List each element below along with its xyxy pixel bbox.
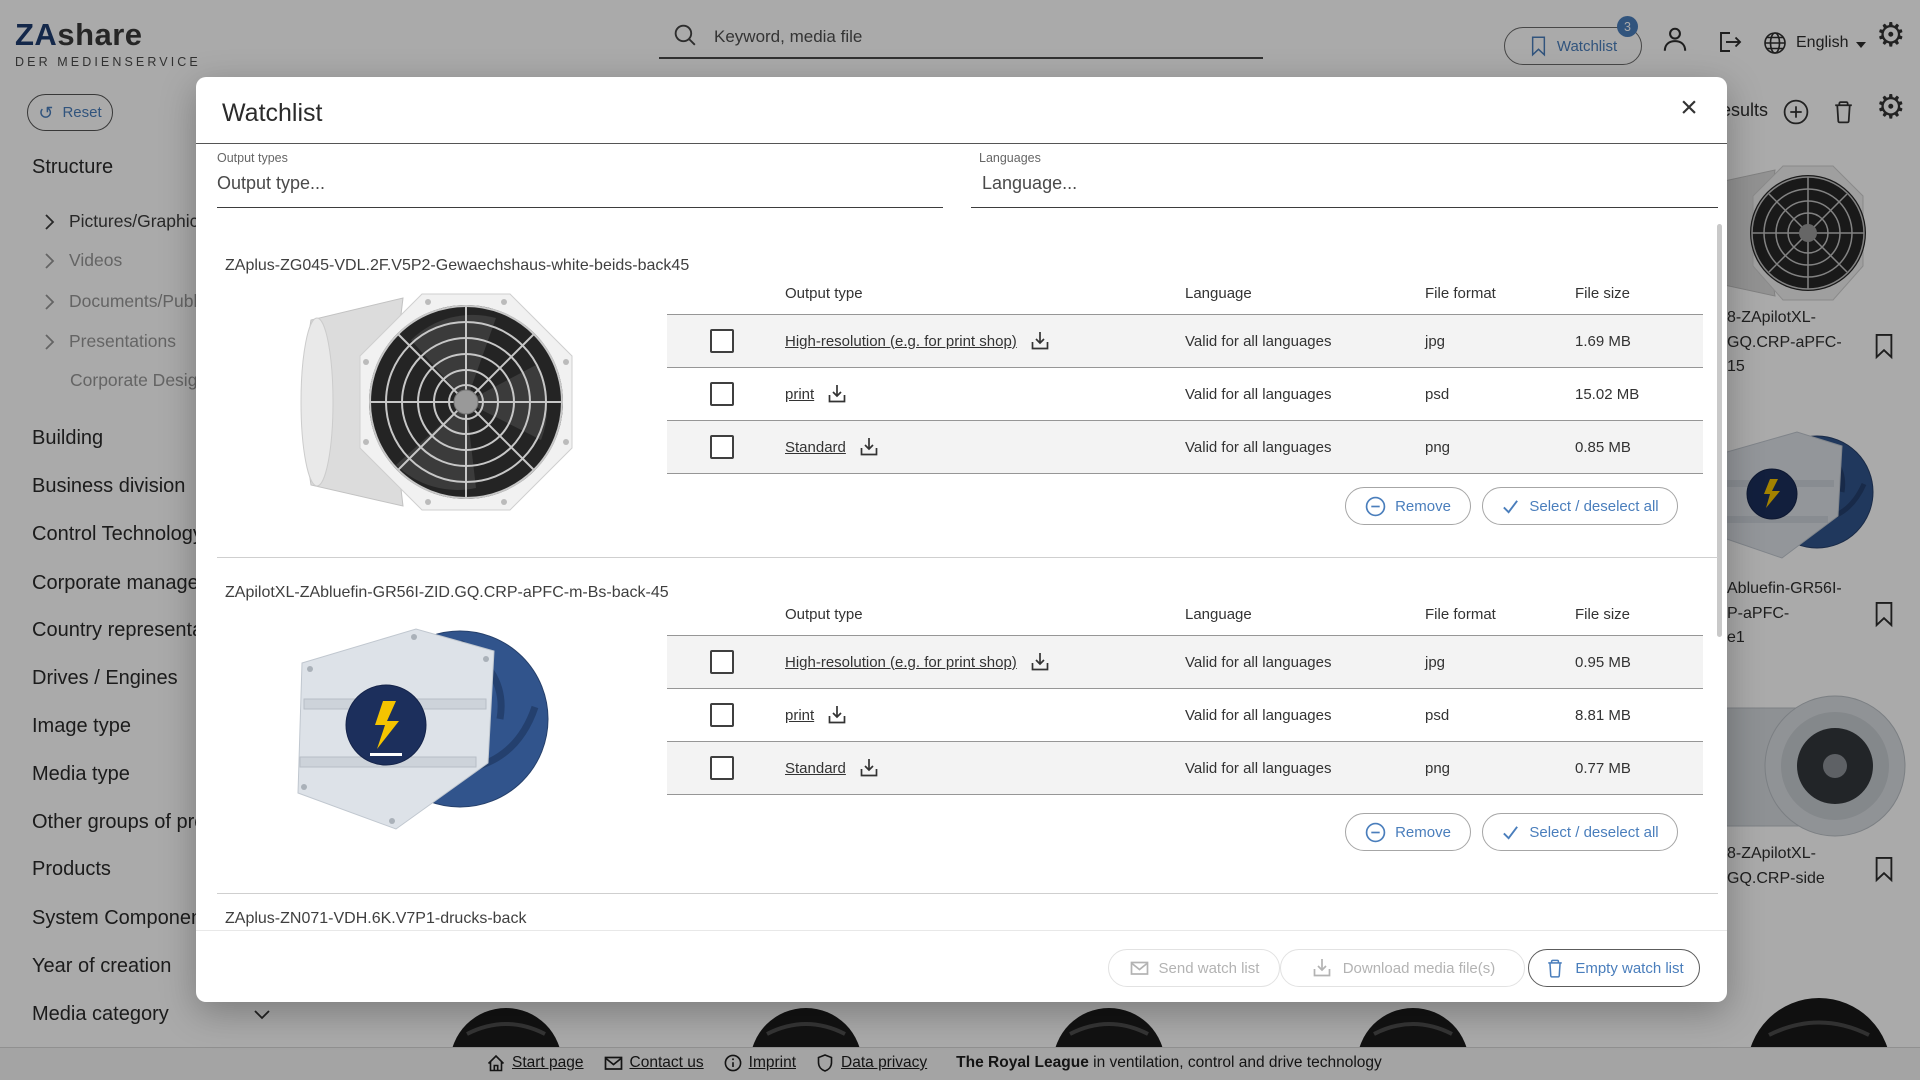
col-file-format: File format	[1417, 606, 1567, 623]
output-types-filter-select[interactable]: Output type...	[217, 173, 325, 194]
row-language: Valid for all languages	[1177, 760, 1417, 777]
close-icon[interactable]: ×	[1674, 93, 1704, 123]
download-media-files-button[interactable]: Download media file(s)	[1280, 949, 1525, 987]
watchlist-item-table: Output type Language File format File si…	[667, 593, 1703, 795]
output-types-filter-label: Output types	[217, 151, 288, 165]
row-checkbox[interactable]	[710, 703, 734, 727]
watchlist-modal: Watchlist × Output types Output type... …	[196, 77, 1727, 1002]
watchlist-item-image	[288, 607, 558, 842]
table-row: Standard Valid for all languages png 0.7…	[667, 741, 1703, 795]
output-type-link[interactable]: print	[785, 386, 814, 403]
modal-title: Watchlist	[222, 99, 322, 128]
item-divider	[217, 893, 1718, 894]
row-checkbox[interactable]	[710, 435, 734, 459]
trash-icon	[1544, 957, 1566, 979]
row-format: psd	[1417, 707, 1567, 724]
languages-filter-label: Languages	[979, 151, 1041, 165]
watchlist-item-name: ZAplus-ZG045-VDL.2F.V5P2-Gewaechshaus-wh…	[225, 257, 689, 275]
screen: ZAshare DER MEDIENSERVICE Keyword, media…	[0, 0, 1920, 1080]
row-format: psd	[1417, 386, 1567, 403]
languages-filter-select[interactable]: Language...	[982, 173, 1077, 194]
check-icon	[1501, 823, 1520, 842]
download-icon	[1310, 956, 1334, 980]
download-icon[interactable]	[857, 756, 881, 780]
col-output-type: Output type	[777, 285, 1177, 302]
row-size: 0.77 MB	[1567, 760, 1703, 777]
row-language: Valid for all languages	[1177, 333, 1417, 350]
row-size: 0.95 MB	[1567, 654, 1703, 671]
watchlist-item-name: ZApilotXL-ZAbluefin-GR56I-ZID.GQ.CRP-aPF…	[225, 584, 669, 602]
modal-header-divider	[196, 143, 1727, 144]
row-language: Valid for all languages	[1177, 439, 1417, 456]
remove-button[interactable]: Remove	[1345, 487, 1471, 525]
row-checkbox[interactable]	[710, 329, 734, 353]
col-language: Language	[1177, 285, 1417, 302]
row-language: Valid for all languages	[1177, 707, 1417, 724]
select-deselect-all-button[interactable]: Select / deselect all	[1482, 813, 1678, 851]
output-type-link[interactable]: High-resolution (e.g. for print shop)	[785, 654, 1017, 671]
modal-footer-divider	[196, 930, 1727, 931]
col-output-type: Output type	[777, 606, 1177, 623]
remove-button[interactable]: Remove	[1345, 813, 1471, 851]
send-watch-list-button[interactable]: Send watch list	[1108, 949, 1280, 987]
select-deselect-all-button[interactable]: Select / deselect all	[1482, 487, 1678, 525]
row-format: jpg	[1417, 333, 1567, 350]
download-icon[interactable]	[857, 435, 881, 459]
empty-watch-list-button[interactable]: Empty watch list	[1528, 949, 1700, 987]
output-type-link[interactable]: Standard	[785, 439, 846, 456]
watchlist-item-name: ZAplus-ZN071-VDH.6K.V7P1-drucks-back	[225, 910, 526, 928]
languages-filter-underline	[971, 207, 1718, 208]
row-size: 8.81 MB	[1567, 707, 1703, 724]
row-size: 1.69 MB	[1567, 333, 1703, 350]
output-type-link[interactable]: Standard	[785, 760, 846, 777]
envelope-icon	[1129, 958, 1150, 978]
table-row: print Valid for all languages psd 15.02 …	[667, 367, 1703, 420]
watchlist-item-table: Output type Language File format File si…	[667, 272, 1703, 474]
output-type-link[interactable]: High-resolution (e.g. for print shop)	[785, 333, 1017, 350]
watchlist-item-image	[291, 280, 581, 525]
table-row: print Valid for all languages psd 8.81 M…	[667, 688, 1703, 741]
row-checkbox[interactable]	[710, 756, 734, 780]
download-icon[interactable]	[1028, 329, 1052, 353]
minus-circle-icon	[1365, 822, 1386, 843]
table-row: High-resolution (e.g. for print shop) Va…	[667, 314, 1703, 367]
row-size: 0.85 MB	[1567, 439, 1703, 456]
row-checkbox[interactable]	[710, 382, 734, 406]
table-row: Standard Valid for all languages png 0.8…	[667, 420, 1703, 474]
download-icon[interactable]	[825, 703, 849, 727]
output-type-link[interactable]: print	[785, 707, 814, 724]
table-header-row: Output type Language File format File si…	[667, 593, 1703, 635]
row-size: 15.02 MB	[1567, 386, 1703, 403]
modal-scrollbar[interactable]	[1717, 224, 1722, 637]
check-icon	[1501, 497, 1520, 516]
item-divider	[217, 557, 1718, 558]
minus-circle-icon	[1365, 496, 1386, 517]
row-format: jpg	[1417, 654, 1567, 671]
row-checkbox[interactable]	[710, 650, 734, 674]
row-language: Valid for all languages	[1177, 386, 1417, 403]
row-format: png	[1417, 760, 1567, 777]
row-format: png	[1417, 439, 1567, 456]
download-icon[interactable]	[1028, 650, 1052, 674]
download-icon[interactable]	[825, 382, 849, 406]
col-language: Language	[1177, 606, 1417, 623]
col-file-size: File size	[1567, 606, 1703, 623]
output-types-filter-underline	[217, 207, 943, 208]
table-row: High-resolution (e.g. for print shop) Va…	[667, 635, 1703, 688]
col-file-size: File size	[1567, 285, 1703, 302]
col-file-format: File format	[1417, 285, 1567, 302]
row-language: Valid for all languages	[1177, 654, 1417, 671]
table-header-row: Output type Language File format File si…	[667, 272, 1703, 314]
